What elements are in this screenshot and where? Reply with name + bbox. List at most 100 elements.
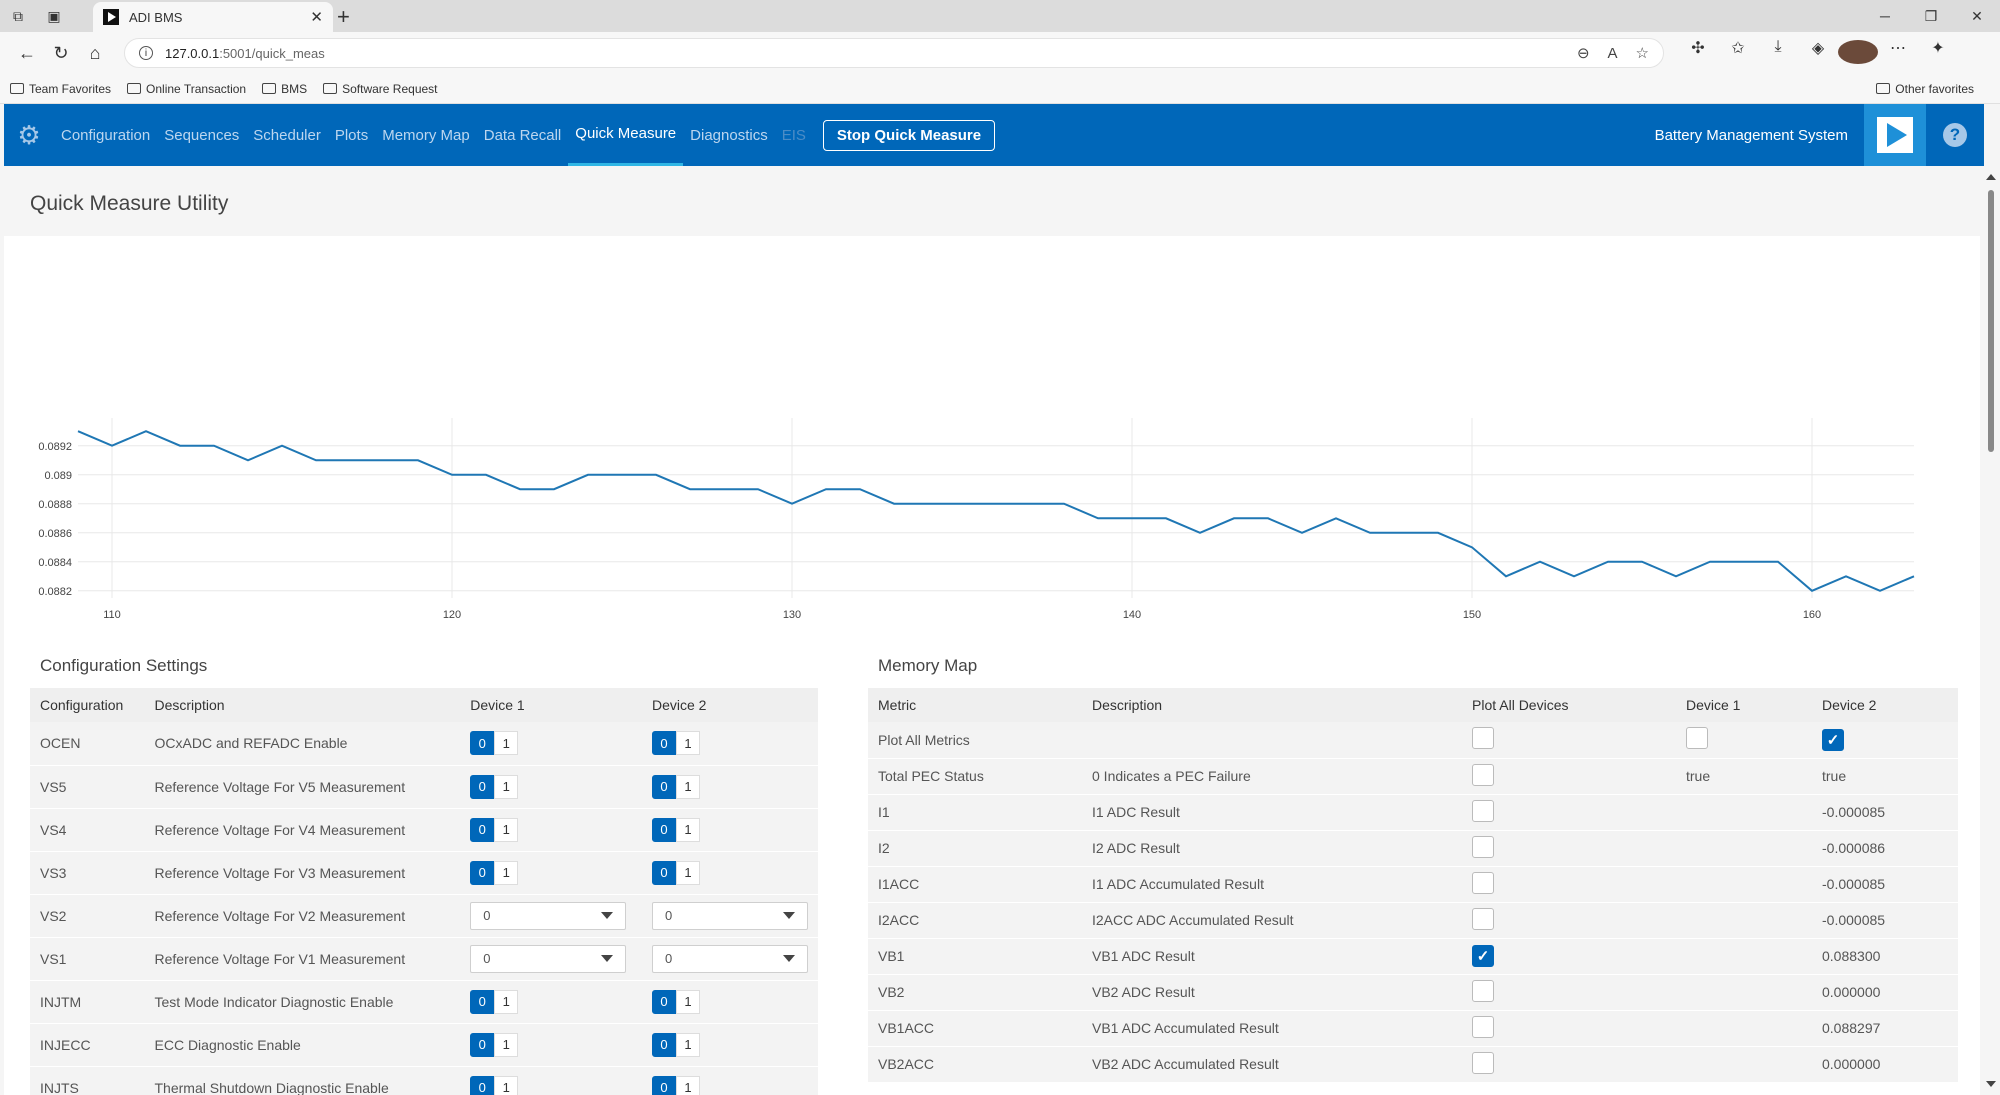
workspaces-icon[interactable]: ⧉ [0,0,36,32]
bit-toggle[interactable]: 01 [470,989,519,1014]
nav-plots[interactable]: Plots [328,104,375,166]
bit-1-option[interactable]: 1 [676,1032,700,1057]
downloads-icon[interactable]: ⤓ [1758,38,1798,69]
bit-0-option[interactable]: 0 [470,989,495,1014]
bit-1-option[interactable]: 1 [676,1075,700,1095]
bit-1-option[interactable]: 1 [676,774,700,799]
bit-0-option[interactable]: 0 [652,731,676,756]
value-select[interactable]: 0 [470,944,627,973]
plot-checkbox[interactable]: ✓ [1822,728,1844,751]
refresh-icon[interactable]: ↻ [44,43,78,64]
nav-quick-measure[interactable]: Quick Measure [568,104,684,166]
bit-toggle[interactable]: 01 [652,989,700,1014]
back-icon[interactable]: ← [10,43,44,64]
bit-toggle[interactable]: 01 [470,860,519,885]
bit-1-option[interactable]: 1 [676,731,700,756]
plot-checkbox[interactable] [1686,727,1708,750]
bit-1-option[interactable]: 1 [494,817,519,842]
plot-checkbox[interactable] [1472,979,1494,1002]
help-button[interactable]: ? [1926,123,1984,147]
favorite-online-transaction[interactable]: Online Transaction [127,82,246,96]
favorites-icon[interactable]: ✩ [1718,38,1758,69]
favorite-bms[interactable]: BMS [262,82,307,96]
plot-checkbox[interactable] [1472,727,1494,750]
bit-0-option[interactable]: 0 [652,1075,676,1095]
restore-icon[interactable]: ❐ [1908,0,1954,32]
bit-1-option[interactable]: 1 [494,860,519,885]
minimize-icon[interactable]: ─ [1862,0,1908,32]
bit-0-option[interactable]: 0 [470,860,495,885]
gear-icon[interactable]: ⚙ [4,120,54,151]
bit-0-option[interactable]: 0 [470,731,495,756]
url-input[interactable]: i 127.0.0.1:5001/quick_meas ⊖ A ☆ [124,38,1664,68]
bit-1-option[interactable]: 1 [494,989,519,1014]
value-select[interactable]: 0 [652,901,808,930]
scroll-up-icon[interactable] [1986,174,1996,180]
plot-checkbox[interactable] [1472,1015,1494,1038]
bit-1-option[interactable]: 1 [676,860,700,885]
stop-quick-measure-button[interactable]: Stop Quick Measure [822,119,996,151]
zoom-icon[interactable]: ⊖ [1577,44,1590,62]
bit-toggle[interactable]: 01 [652,774,700,799]
scroll-thumb[interactable] [1988,190,1994,452]
more-menu-icon[interactable]: ⋯ [1878,38,1918,69]
browser-essentials-icon[interactable]: ◈ [1798,38,1838,69]
plot-checkbox[interactable] [1472,835,1494,858]
plot-checkbox[interactable]: ✓ [1472,945,1494,967]
bit-0-option[interactable]: 0 [652,817,676,842]
nav-scheduler[interactable]: Scheduler [246,104,328,166]
bit-toggle[interactable]: 01 [652,731,700,756]
favorite-star-icon[interactable]: ☆ [1636,44,1649,62]
bit-toggle[interactable]: 01 [470,731,519,756]
tab-actions-icon[interactable]: ▣ [36,0,72,32]
bit-toggle[interactable]: 01 [652,860,700,885]
favorite-software-request[interactable]: Software Request [323,82,438,96]
site-info-icon[interactable]: i [139,46,153,60]
bit-0-option[interactable]: 0 [652,860,676,885]
value-select[interactable]: 0 [470,901,627,930]
bit-0-option[interactable]: 0 [470,1032,495,1057]
nav-configuration[interactable]: Configuration [54,104,157,166]
plot-checkbox[interactable] [1472,1051,1494,1074]
close-tab-icon[interactable]: ✕ [310,8,323,26]
bit-toggle[interactable]: 01 [470,1075,519,1095]
new-tab-icon[interactable]: + [337,4,350,30]
value-select[interactable]: 0 [652,944,808,973]
nav-memory-map[interactable]: Memory Map [375,104,477,166]
plot-checkbox[interactable] [1472,763,1494,786]
bit-1-option[interactable]: 1 [676,989,700,1014]
read-aloud-icon[interactable]: A [1608,45,1618,62]
plot-checkbox[interactable] [1472,799,1494,822]
bit-0-option[interactable]: 0 [652,989,676,1014]
bit-0-option[interactable]: 0 [470,817,495,842]
bit-toggle[interactable]: 01 [470,774,519,799]
bit-0-option[interactable]: 0 [652,774,676,799]
bit-toggle[interactable]: 01 [652,817,700,842]
extensions-icon[interactable]: ✣ [1678,38,1718,69]
scroll-down-icon[interactable] [1986,1081,1996,1087]
browser-tab[interactable]: ADI BMS ✕ [93,2,333,32]
bit-0-option[interactable]: 0 [470,1075,495,1095]
bit-1-option[interactable]: 1 [494,1032,519,1057]
close-window-icon[interactable]: ✕ [1954,0,2000,32]
bit-0-option[interactable]: 0 [652,1032,676,1057]
bit-1-option[interactable]: 1 [494,774,519,799]
bit-toggle[interactable]: 01 [470,1032,519,1057]
nav-sequences[interactable]: Sequences [157,104,246,166]
bit-toggle[interactable]: 01 [470,817,519,842]
profile-avatar[interactable] [1838,38,1878,69]
bit-toggle[interactable]: 01 [652,1032,700,1057]
nav-data-recall[interactable]: Data Recall [477,104,569,166]
plot-checkbox[interactable] [1472,907,1494,930]
bit-1-option[interactable]: 1 [494,731,519,756]
plot-checkbox[interactable] [1472,871,1494,894]
page-scrollbar[interactable] [1982,166,2000,1095]
bit-1-option[interactable]: 1 [676,817,700,842]
copilot-icon[interactable]: ✦ [1918,38,1958,69]
nav-diagnostics[interactable]: Diagnostics [683,104,775,166]
home-icon[interactable]: ⌂ [78,43,112,64]
nav-eis[interactable]: EIS [775,104,813,166]
bit-toggle[interactable]: 01 [652,1075,700,1095]
other-favorites[interactable]: Other favorites [1876,82,1974,96]
bit-1-option[interactable]: 1 [494,1075,519,1095]
